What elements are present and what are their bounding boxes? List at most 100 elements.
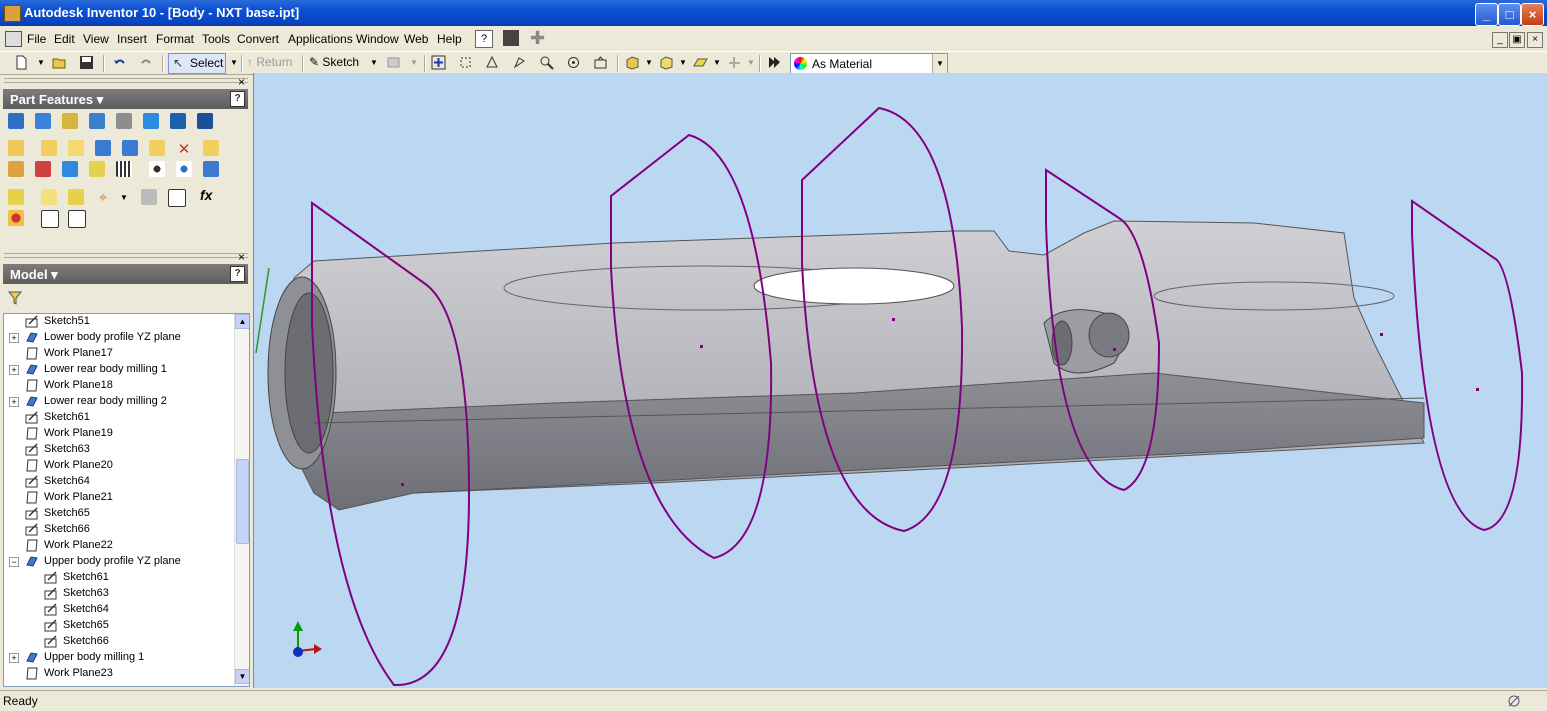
analysis-icon[interactable] bbox=[767, 55, 782, 70]
tree-node[interactable]: Work Plane20 bbox=[4, 458, 232, 474]
sketch-pattern-icon[interactable] bbox=[176, 161, 192, 177]
graphics-viewport[interactable] bbox=[253, 73, 1547, 688]
menu-tools[interactable]: Tools bbox=[202, 32, 230, 46]
tree-node[interactable]: Work Plane18 bbox=[4, 378, 232, 394]
parameters-icon[interactable]: fx bbox=[200, 187, 216, 203]
coil-icon[interactable] bbox=[197, 113, 213, 129]
scroll-thumb[interactable] bbox=[236, 459, 249, 544]
rectangular-pattern-icon[interactable] bbox=[116, 161, 132, 177]
mirror-icon[interactable] bbox=[203, 161, 219, 177]
tree-node[interactable]: Sketch65 bbox=[4, 618, 232, 634]
rotate-icon[interactable] bbox=[566, 55, 581, 70]
work-axis-icon[interactable] bbox=[41, 189, 57, 205]
undo-icon[interactable] bbox=[112, 55, 127, 70]
promote-icon[interactable] bbox=[141, 189, 157, 205]
coordinate-triad-icon[interactable] bbox=[293, 621, 322, 657]
zoom-all-icon[interactable] bbox=[431, 55, 446, 70]
tree-scrollbar[interactable]: ▲ ▼ bbox=[234, 314, 249, 686]
tree-node[interactable]: + Lower rear body milling 2 bbox=[4, 394, 232, 410]
mdi-close-button[interactable]: × bbox=[1527, 32, 1543, 48]
tree-node[interactable]: Work Plane21 bbox=[4, 490, 232, 506]
menu-file[interactable]: File bbox=[27, 32, 46, 46]
expand-icon[interactable]: + bbox=[9, 397, 19, 407]
update-dropdown-icon[interactable]: ▼ bbox=[410, 58, 418, 74]
collapse-icon[interactable]: − bbox=[9, 557, 19, 567]
status-indicator-icon[interactable] bbox=[1507, 694, 1521, 708]
shell-icon[interactable] bbox=[89, 113, 105, 129]
update-icon[interactable] bbox=[386, 55, 401, 70]
new-dropdown-icon[interactable]: ▼ bbox=[37, 58, 45, 74]
tree-node[interactable]: Work Plane22 bbox=[4, 538, 232, 554]
emboss-icon[interactable] bbox=[203, 140, 219, 156]
revolve-icon[interactable] bbox=[35, 113, 51, 129]
ifeature-catalog-icon[interactable] bbox=[68, 210, 86, 228]
model-panel-grip[interactable] bbox=[4, 253, 248, 258]
maximize-button[interactable]: □ bbox=[1498, 3, 1521, 26]
zoom-icon[interactable] bbox=[485, 55, 500, 70]
model-header[interactable]: Model ▾ ? bbox=[3, 264, 248, 284]
camera-display-icon[interactable] bbox=[659, 55, 674, 70]
part-features-header[interactable]: Part Features ▾ ? bbox=[3, 89, 248, 109]
select-dropdown-icon[interactable]: ▼ bbox=[230, 58, 238, 74]
minimize-button[interactable]: _ bbox=[1475, 3, 1498, 26]
zoom-window-icon[interactable] bbox=[458, 55, 473, 70]
delete-face-icon[interactable]: ✕ bbox=[176, 140, 192, 158]
menu-edit[interactable]: Edit bbox=[54, 32, 75, 46]
point-dropdown-icon[interactable]: ▼ bbox=[120, 193, 128, 202]
calculator-icon[interactable] bbox=[503, 30, 519, 46]
menu-insert[interactable]: Insert bbox=[117, 32, 147, 46]
return-button[interactable]: ↑ Return bbox=[247, 55, 292, 71]
expand-icon[interactable]: + bbox=[9, 653, 19, 663]
menu-convert[interactable]: Convert bbox=[237, 32, 279, 46]
model-close-icon[interactable]: × bbox=[238, 250, 245, 264]
work-point-icon[interactable] bbox=[68, 189, 84, 205]
shaded-display-icon[interactable] bbox=[625, 55, 640, 70]
shadow-icon[interactable] bbox=[693, 55, 708, 70]
work-plane-icon[interactable] bbox=[8, 189, 24, 205]
derived-part-icon[interactable] bbox=[168, 189, 186, 207]
tree-node[interactable]: Sketch65 bbox=[4, 506, 232, 522]
features-panel-grip[interactable] bbox=[4, 78, 248, 83]
whats-this-help-icon[interactable]: ? bbox=[475, 30, 493, 48]
tree-node[interactable]: Sketch61 bbox=[4, 570, 232, 586]
open-icon[interactable] bbox=[52, 55, 67, 70]
hole-icon[interactable] bbox=[62, 113, 78, 129]
menu-help[interactable]: Help bbox=[437, 32, 462, 46]
material-select[interactable]: As Material ▼ bbox=[790, 53, 948, 74]
fixed-point-icon[interactable]: ⌖ bbox=[95, 189, 111, 206]
menu-format[interactable]: Format bbox=[156, 32, 194, 46]
scroll-down-icon[interactable]: ▼ bbox=[235, 669, 249, 684]
look-at-icon[interactable] bbox=[593, 55, 608, 70]
model-help-icon[interactable]: ? bbox=[230, 266, 245, 282]
dof-dropdown-icon[interactable]: ▼ bbox=[747, 58, 755, 74]
add-icon[interactable]: ✚ bbox=[530, 28, 545, 49]
app-icon[interactable] bbox=[4, 5, 21, 22]
sweep-icon[interactable] bbox=[170, 113, 186, 129]
tree-node[interactable]: Work Plane19 bbox=[4, 426, 232, 442]
derived-component-icon[interactable] bbox=[35, 161, 51, 177]
tree-node[interactable]: Sketch66 bbox=[4, 634, 232, 650]
menu-web[interactable]: Web bbox=[404, 32, 428, 46]
replace-face-icon[interactable] bbox=[62, 161, 78, 177]
fillet-icon[interactable] bbox=[41, 140, 57, 156]
display-dropdown-icon[interactable]: ▼ bbox=[645, 58, 653, 74]
tree-node[interactable]: Sketch63 bbox=[4, 442, 232, 458]
mdi-minimize-button[interactable]: _ bbox=[1492, 32, 1508, 48]
tree-node[interactable]: Work Plane23 bbox=[4, 666, 232, 682]
tree-node[interactable]: Sketch61 bbox=[4, 410, 232, 426]
model-browser-tree[interactable]: Work Plane23 + Upper body milling 1 Sketch6… bbox=[3, 313, 250, 687]
sculpt-icon[interactable] bbox=[89, 161, 105, 177]
select-button[interactable]: ↖ Select bbox=[168, 53, 226, 74]
tree-node[interactable]: Sketch66 bbox=[4, 522, 232, 538]
expand-icon[interactable]: + bbox=[9, 333, 19, 343]
tree-node[interactable]: Sketch51 bbox=[4, 314, 232, 330]
features-close-icon[interactable]: × bbox=[238, 75, 245, 89]
zoom-selected-icon[interactable] bbox=[539, 55, 554, 70]
insert-ifeature-icon[interactable] bbox=[41, 210, 59, 228]
mdi-restore-button[interactable]: ▣ bbox=[1509, 32, 1525, 48]
new-file-icon[interactable] bbox=[14, 55, 29, 70]
extrude-icon[interactable] bbox=[8, 113, 24, 129]
create-ifeature-icon[interactable] bbox=[8, 210, 24, 226]
sketch-button[interactable]: ✎ Sketch bbox=[309, 55, 359, 71]
chevron-down-icon[interactable]: ▼ bbox=[932, 54, 947, 73]
